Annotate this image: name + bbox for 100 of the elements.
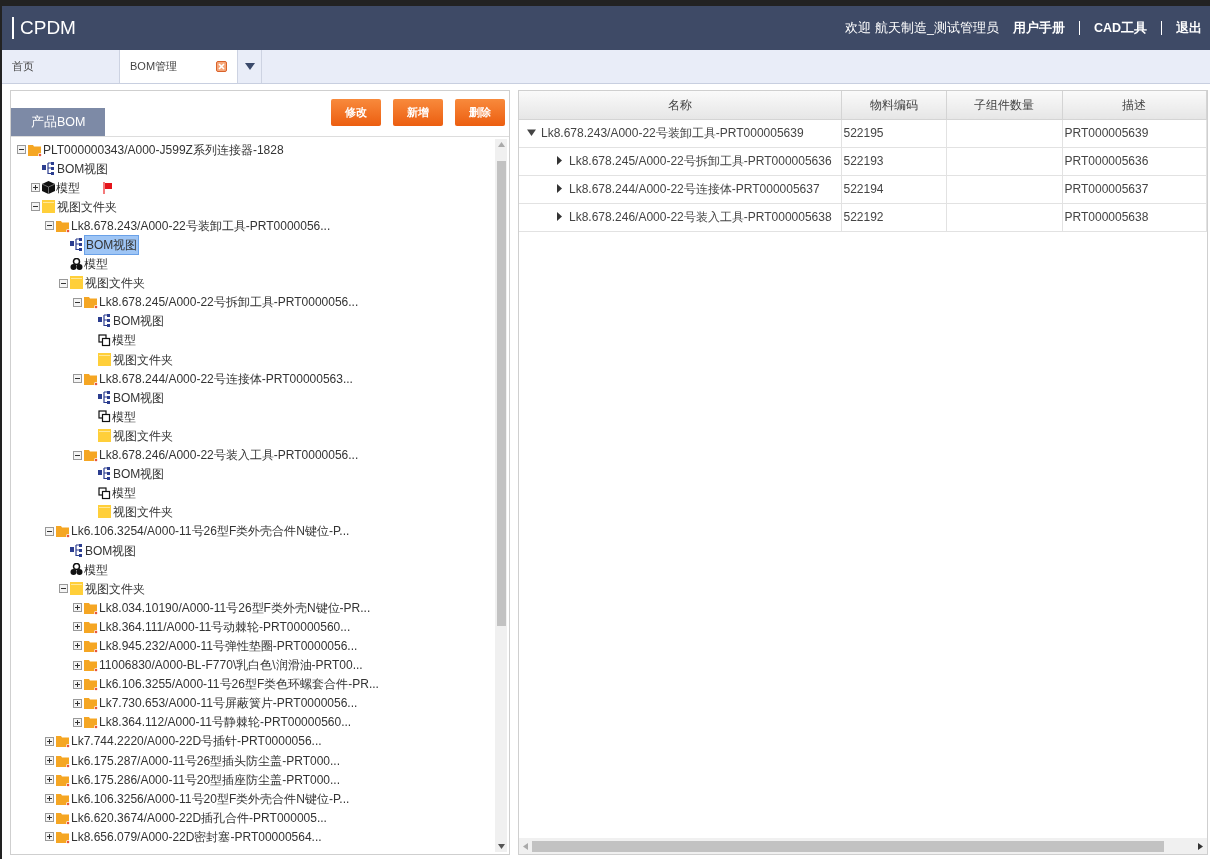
expand-icon[interactable] xyxy=(45,832,54,842)
scroll-down-icon[interactable] xyxy=(497,844,505,849)
tree-item[interactable]: Lk6.106.3256/A000-11号20型F类外壳合件N键位-P... xyxy=(70,789,351,808)
tree-item[interactable]: 模型 xyxy=(111,484,137,503)
folder-icon xyxy=(56,753,70,768)
expand-icon[interactable] xyxy=(73,622,82,632)
header-link[interactable]: CAD工具 xyxy=(1093,18,1147,38)
table-cell-text: Lk8.678.243/A000-22号装卸工具-PRT000005639 xyxy=(541,124,804,142)
folder-icon xyxy=(84,295,98,310)
caret-icon xyxy=(244,63,255,70)
collapse-icon[interactable] xyxy=(45,221,54,231)
horizontal-scrollbar[interactable] xyxy=(519,838,1207,854)
folder-icon xyxy=(42,199,56,214)
tree-item[interactable]: 视图文件夹 xyxy=(112,426,174,445)
collapse-icon[interactable] xyxy=(73,450,82,460)
folder-icon xyxy=(56,829,70,844)
tree-item[interactable]: 视图文件夹 xyxy=(112,503,174,522)
tab[interactable]: BOM管理 xyxy=(120,50,238,83)
column-header[interactable]: 物料编码 xyxy=(841,91,946,119)
expand-arrow-icon[interactable] xyxy=(555,156,564,166)
column-header[interactable]: 子组件数量 xyxy=(946,91,1062,119)
collapse-icon[interactable] xyxy=(31,202,40,212)
table-cell-text: Lk8.678.246/A000-22号装入工具-PRT000005638 xyxy=(569,208,832,226)
vertical-scrollbar[interactable] xyxy=(495,139,507,852)
tree-item[interactable]: BOM视图 xyxy=(84,541,138,560)
expand-icon[interactable] xyxy=(73,660,82,670)
collapse-icon[interactable] xyxy=(73,297,82,307)
table-cell: 522194 xyxy=(841,175,946,203)
tree-item[interactable]: Lk6.620.3674/A000-22D插孔合件-PRT000005... xyxy=(70,808,328,827)
collapse-icon[interactable] xyxy=(45,526,54,536)
expand-icon[interactable] xyxy=(73,603,82,613)
tree-item[interactable]: BOM视图 xyxy=(112,312,166,331)
welcome-text: 欢迎 航天制造_测试管理员 xyxy=(845,19,999,37)
tree-item[interactable]: BOM视图 xyxy=(56,159,110,178)
collapse-icon[interactable] xyxy=(17,145,26,155)
tree-item[interactable]: 模型 xyxy=(55,178,81,197)
folder-icon xyxy=(56,810,70,825)
table-cell: 522192 xyxy=(841,203,946,231)
scroll-right-icon[interactable] xyxy=(1198,842,1203,850)
tree-item[interactable]: Lk8.034.10190/A000-11号26型F类外壳N键位-PR... xyxy=(98,598,372,617)
expand-icon[interactable] xyxy=(45,736,54,746)
tree-item[interactable]: 视图文件夹 xyxy=(56,197,118,216)
expand-icon[interactable] xyxy=(73,717,82,727)
tree-item[interactable]: 视图文件夹 xyxy=(84,579,146,598)
tree-item[interactable]: 视图文件夹 xyxy=(84,274,146,293)
tree-item[interactable]: 11006830/A000-BL-F770\乳白色\润滑油-PRT00... xyxy=(98,656,364,675)
folder-icon xyxy=(84,715,98,730)
collapse-arrow-icon[interactable] xyxy=(527,128,536,138)
tree-item[interactable]: Lk8.678.246/A000-22号装入工具-PRT0000056... xyxy=(98,446,360,465)
tree-item[interactable]: 模型 xyxy=(111,331,137,350)
hierarchy-icon xyxy=(98,390,112,405)
expand-icon[interactable] xyxy=(45,756,54,766)
tree-item[interactable]: 模型 xyxy=(83,560,109,579)
expand-icon[interactable] xyxy=(31,183,40,193)
tree-item[interactable]: 模型 xyxy=(83,255,109,274)
folder-icon xyxy=(84,619,98,634)
tree-item[interactable]: Lk8.945.232/A000-11号弹性垫圈-PRT0000056... xyxy=(98,637,359,655)
circles-icon xyxy=(70,563,83,577)
tree-item[interactable]: Lk7.730.653/A000-11号屏蔽簧片-PRT0000056... xyxy=(98,694,359,713)
hierarchy-icon xyxy=(70,238,84,252)
expand-icon[interactable] xyxy=(73,698,82,708)
column-header[interactable]: 名称 xyxy=(519,91,841,119)
squares-icon xyxy=(98,334,111,347)
table-cell-text: Lk8.678.244/A000-22号连接体-PRT000005637 xyxy=(569,180,820,198)
tree-item[interactable]: Lk6.175.287/A000-11号26型插头防尘盖-PRT000... xyxy=(70,751,342,770)
tree-item[interactable]: Lk8.364.111/A000-11号动棘轮-PRT00000560... xyxy=(98,617,352,636)
table-cell: PRT000005639 xyxy=(1062,119,1207,147)
tree-item[interactable]: Lk8.678.245/A000-22号拆卸工具-PRT0000056... xyxy=(98,293,360,312)
tree-item[interactable]: 模型 xyxy=(111,407,137,426)
hierarchy-icon xyxy=(42,161,56,176)
header-link[interactable]: 退出 xyxy=(1176,18,1202,38)
table-cell-text: Lk8.678.245/A000-22号拆卸工具-PRT000005636 xyxy=(569,152,832,170)
expand-arrow-icon[interactable] xyxy=(555,212,564,222)
expand-icon[interactable] xyxy=(73,641,82,651)
tree-item[interactable]: BOM视图 xyxy=(112,465,166,484)
collapse-icon[interactable] xyxy=(73,374,82,384)
tree-item[interactable]: 视图文件夹 xyxy=(112,350,174,369)
expand-icon[interactable] xyxy=(45,813,54,823)
tree-item[interactable]: Lk8.678.244/A000-22号连接体-PRT00000563... xyxy=(98,369,354,388)
column-header[interactable]: 描述 xyxy=(1062,91,1207,119)
expand-icon[interactable] xyxy=(45,794,54,804)
tree-item[interactable]: Lk8.678.243/A000-22号装卸工具-PRT0000056... xyxy=(70,216,332,235)
collapse-icon[interactable] xyxy=(59,278,68,288)
close-icon[interactable] xyxy=(216,61,227,72)
table-cell: 522193 xyxy=(841,147,946,175)
cube-icon xyxy=(42,181,55,195)
collapse-icon[interactable] xyxy=(59,584,68,594)
tree-item[interactable]: Lk8.656.079/A000-22D密封塞-PRT00000564... xyxy=(70,827,323,846)
tree-item[interactable]: Lk8.364.112/A000-11号静棘轮-PRT00000560... xyxy=(98,713,353,732)
tree-item[interactable]: BOM视图 xyxy=(84,235,140,255)
tree-item[interactable]: Lk6.175.286/A000-11号20型插座防尘盖-PRT000... xyxy=(70,770,342,789)
tree-item[interactable]: PLT000000343/A000-J599Z系列连接器-1828 xyxy=(42,140,285,159)
expand-arrow-icon[interactable] xyxy=(555,184,564,194)
expand-icon[interactable] xyxy=(73,679,82,689)
expand-icon[interactable] xyxy=(45,775,54,785)
tree-item[interactable]: Lk7.744.2220/A000-22D号插针-PRT0000056... xyxy=(70,732,323,751)
header-link[interactable]: 用户手册 xyxy=(1012,18,1065,38)
tree-item[interactable]: Lk6.106.3255/A000-11号26型F类色环螺套合件-PR... xyxy=(98,675,380,694)
tree-item[interactable]: Lk6.106.3254/A000-11号26型F类外壳合件N键位-P... xyxy=(70,522,351,541)
tree-item[interactable]: BOM视图 xyxy=(112,388,166,407)
